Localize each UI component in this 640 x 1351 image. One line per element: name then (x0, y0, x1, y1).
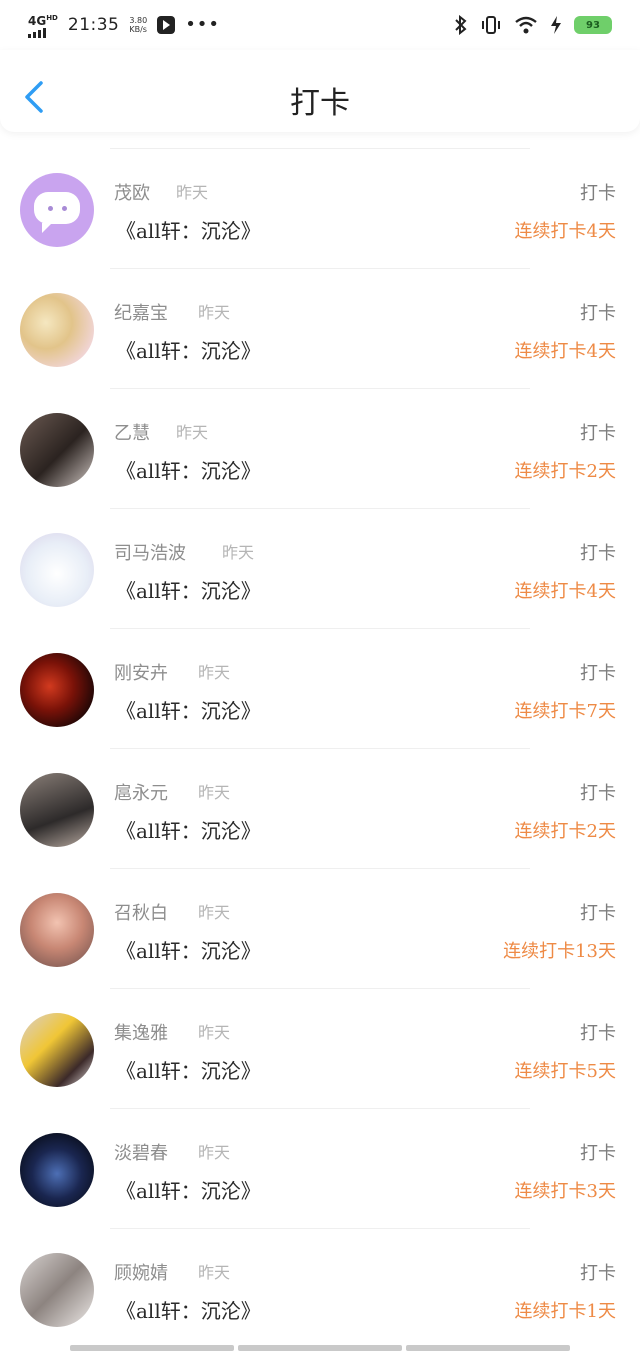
scroll-indicator (70, 1345, 570, 1351)
checkin-action: 打卡 (580, 423, 616, 444)
user-name[interactable]: 淡碧春 (114, 1139, 168, 1165)
avatar[interactable] (20, 773, 94, 847)
streak-count: 连续打卡2天 (514, 821, 616, 842)
checkin-time: 昨天 (198, 1263, 231, 1282)
avatar[interactable] (20, 1253, 94, 1327)
user-name[interactable]: 召秋白 (114, 899, 168, 925)
wifi-icon (514, 15, 538, 35)
checkin-time: 昨天 (198, 663, 231, 682)
book-title[interactable]: 《all轩：沉沦》 (116, 575, 261, 604)
book-title[interactable]: 《all轩：沉沦》 (116, 935, 261, 964)
checkin-action: 打卡 (580, 1023, 616, 1044)
network-indicator: 4GHD (28, 13, 58, 38)
streak-count: 连续打卡13天 (503, 941, 616, 962)
list-item[interactable]: 召秋白 昨天 《all轩：沉沦》 打卡 连续打卡13天 (0, 869, 640, 989)
streak-count: 连续打卡7天 (514, 701, 616, 722)
checkin-action: 打卡 (580, 1143, 616, 1164)
avatar[interactable] (20, 653, 94, 727)
checkin-time: 昨天 (198, 303, 231, 322)
list-item[interactable]: 集逸雅 昨天 《all轩：沉沦》 打卡 连续打卡5天 (0, 989, 640, 1109)
page-title: 打卡 (290, 86, 350, 121)
list-item[interactable]: 刚安卉 昨天 《all轩：沉沦》 打卡 连续打卡7天 (0, 629, 640, 749)
book-title[interactable]: 《all轩：沉沦》 (116, 1295, 261, 1324)
more-dots-icon: ••• (185, 14, 221, 35)
user-name[interactable]: 茂欧 (114, 179, 150, 205)
list-item[interactable]: 纪嘉宝 昨天 《all轩：沉沦》 打卡 连续打卡4天 (0, 269, 640, 389)
streak-count: 连续打卡5天 (514, 1061, 616, 1082)
streak-count: 连续打卡1天 (514, 1301, 616, 1322)
book-title[interactable]: 《all轩：沉沦》 (116, 335, 261, 364)
chat-bubble-icon (34, 192, 80, 233)
video-app-icon (157, 16, 176, 34)
streak-count: 连续打卡4天 (514, 221, 616, 242)
book-title[interactable]: 《all轩：沉沦》 (116, 1175, 261, 1204)
network-hd: HD (46, 13, 58, 22)
checkin-time: 昨天 (198, 783, 231, 802)
checkin-action: 打卡 (580, 783, 616, 804)
avatar[interactable] (20, 533, 94, 607)
bluetooth-icon (454, 15, 468, 35)
list-item[interactable]: 司马浩波 昨天 《all轩：沉沦》 打卡 连续打卡4天 (0, 509, 640, 629)
list-item[interactable]: 顾婉婧 昨天 《all轩：沉沦》 打卡 连续打卡1天 (0, 1229, 640, 1349)
avatar[interactable] (20, 893, 94, 967)
list-item[interactable]: 淡碧春 昨天 《all轩：沉沦》 打卡 连续打卡3天 (0, 1109, 640, 1229)
checkin-action: 打卡 (580, 303, 616, 324)
avatar[interactable] (20, 293, 94, 367)
checkin-time: 昨天 (176, 183, 209, 202)
user-name[interactable]: 刚安卉 (114, 659, 168, 685)
network-speed-unit: KB/s (129, 25, 147, 34)
user-name[interactable]: 纪嘉宝 (114, 299, 168, 325)
vibrate-icon (480, 15, 502, 35)
streak-count: 连续打卡3天 (514, 1181, 616, 1202)
network-speed-value: 3.80 (129, 16, 148, 25)
signal-bars-icon (28, 27, 58, 38)
book-title[interactable]: 《all轩：沉沦》 (116, 455, 261, 484)
battery-level: 93 (586, 19, 600, 31)
network-speed: 3.80 KB/s (129, 16, 147, 34)
avatar[interactable] (20, 1133, 94, 1207)
avatar[interactable] (20, 1013, 94, 1087)
avatar[interactable] (20, 173, 94, 247)
user-name[interactable]: 扈永元 (114, 779, 168, 805)
status-bar: 4GHD 21:35 3.80 KB/s ••• 93 (0, 0, 640, 50)
book-title[interactable]: 《all轩：沉沦》 (116, 215, 261, 244)
checkin-list: 茂欧 昨天 《all轩：沉沦》 打卡 连续打卡4天 纪嘉宝 昨天 《all轩：沉… (0, 148, 640, 1349)
charging-icon (550, 15, 562, 35)
book-title[interactable]: 《all轩：沉沦》 (116, 695, 261, 724)
book-title[interactable]: 《all轩：沉沦》 (116, 815, 261, 844)
streak-count: 连续打卡2天 (514, 461, 616, 482)
list-item[interactable]: 乙慧 昨天 《all轩：沉沦》 打卡 连续打卡2天 (0, 389, 640, 509)
status-time: 21:35 (67, 15, 120, 35)
list-item[interactable]: 茂欧 昨天 《all轩：沉沦》 打卡 连续打卡4天 (0, 149, 640, 269)
streak-count: 连续打卡4天 (514, 581, 616, 602)
network-type: 4G (28, 13, 47, 28)
checkin-time: 昨天 (198, 1143, 231, 1162)
user-name[interactable]: 集逸雅 (114, 1019, 168, 1045)
user-name[interactable]: 顾婉婧 (114, 1259, 168, 1285)
book-title[interactable]: 《all轩：沉沦》 (116, 1055, 261, 1084)
checkin-time: 昨天 (198, 1023, 231, 1042)
avatar[interactable] (20, 413, 94, 487)
checkin-time: 昨天 (198, 903, 231, 922)
list-item[interactable]: 扈永元 昨天 《all轩：沉沦》 打卡 连续打卡2天 (0, 749, 640, 869)
checkin-time: 昨天 (222, 543, 255, 562)
checkin-action: 打卡 (580, 183, 616, 204)
checkin-action: 打卡 (580, 543, 616, 564)
checkin-action: 打卡 (580, 903, 616, 924)
user-name[interactable]: 司马浩波 (114, 539, 186, 565)
battery-icon: 93 (574, 16, 612, 34)
checkin-action: 打卡 (580, 663, 616, 684)
streak-count: 连续打卡4天 (514, 341, 616, 362)
checkin-time: 昨天 (176, 423, 209, 442)
checkin-action: 打卡 (580, 1263, 616, 1284)
app-header: 打卡 (0, 50, 640, 132)
user-name[interactable]: 乙慧 (114, 419, 150, 445)
